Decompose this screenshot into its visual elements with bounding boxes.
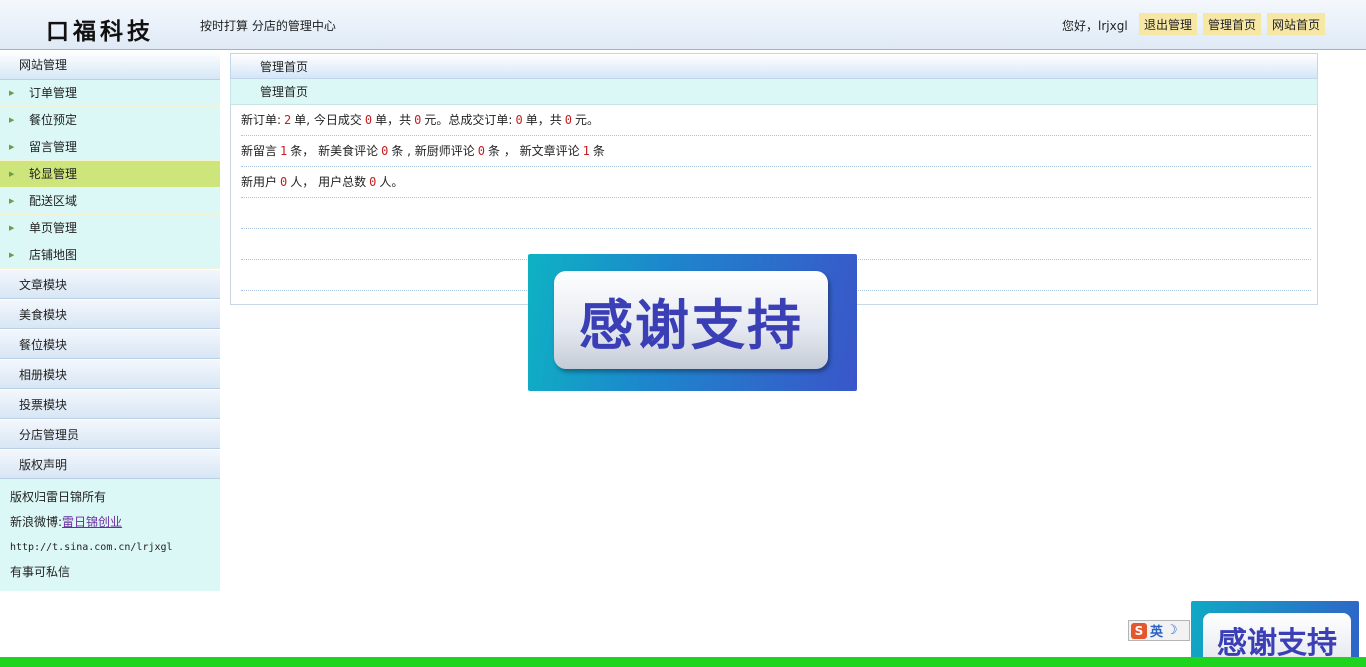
- user-stats-row: 新用户 0 人， 用户总数 0 人。: [241, 167, 1311, 198]
- stat-label: 条 , 新厨师评论: [391, 144, 475, 158]
- total-users-count: 0: [369, 175, 377, 189]
- sidebar-item-delivery-area[interactable]: ▶ 配送区域: [0, 188, 220, 215]
- new-chef-comments-count: 0: [477, 144, 485, 158]
- triangle-right-icon: ▶: [9, 197, 15, 205]
- sidebar-item-label: 留言管理: [29, 140, 78, 154]
- weibo-line: 新浪微博:雷日锦创业: [10, 510, 220, 535]
- stat-label: 新订单:: [241, 113, 282, 127]
- stat-label: 人。: [379, 175, 404, 189]
- today-deals-amount: 0: [414, 113, 422, 127]
- ime-language-indicator[interactable]: 英: [1150, 621, 1163, 640]
- header-subtitle: 按时打算 分店的管理中心: [200, 19, 336, 33]
- triangle-right-icon: ▶: [9, 116, 15, 124]
- moon-icon[interactable]: ☽: [1166, 623, 1178, 638]
- sidebar-item-label: 订单管理: [29, 86, 78, 100]
- contact-text: 有事可私信: [10, 565, 71, 579]
- sidebar-item-label: 配送区域: [29, 194, 78, 208]
- new-users-count: 0: [280, 175, 288, 189]
- copyright-text: 版权归雷日锦所有: [10, 490, 107, 504]
- thanks-banner-text: 感谢支持: [579, 293, 803, 357]
- weibo-label: 新浪微博:: [10, 515, 63, 529]
- sidebar-item-label: 轮显管理: [29, 167, 78, 181]
- stat-label: 元。: [574, 113, 599, 127]
- sidebar: 网站管理 ▶ 订单管理 ▶ 餐位预定 ▶ 留言管理 ▶ 轮显管理 ▶ 配送区域 ▶ 单页管理…: [0, 51, 220, 591]
- sidebar-module-album[interactable]: 相册模块: [0, 359, 220, 389]
- breadcrumb: 管理首页: [230, 53, 1318, 79]
- stat-label: 单，共: [375, 113, 412, 127]
- stat-label: 条， 新美食评论: [290, 144, 379, 158]
- thanks-banner-plate: 感谢支持: [554, 271, 828, 369]
- sidebar-module-articles[interactable]: 文章模块: [0, 269, 220, 299]
- sidebar-head-site-management[interactable]: 网站管理: [0, 51, 220, 80]
- weibo-link[interactable]: 雷日锦创业: [62, 515, 122, 529]
- triangle-right-icon: ▶: [9, 89, 15, 97]
- sidebar-item-store-map[interactable]: ▶ 店铺地图: [0, 242, 220, 269]
- sidebar-item-slideshow[interactable]: ▶ 轮显管理: [0, 161, 220, 188]
- new-food-comments-count: 0: [381, 144, 389, 158]
- ime-toolbar[interactable]: S 英 ☽: [1128, 620, 1190, 641]
- new-orders-count: 2: [284, 113, 292, 127]
- weibo-url: http://t.sina.com.cn/lrjxgl: [10, 542, 173, 553]
- site-home-link[interactable]: 网站首页: [1267, 13, 1326, 35]
- new-article-comments-count: 1: [582, 144, 590, 158]
- sidebar-item-label: 店铺地图: [29, 248, 78, 262]
- triangle-right-icon: ▶: [9, 170, 15, 178]
- triangle-right-icon: ▶: [9, 224, 15, 232]
- comment-stats-row: 新留言 1 条， 新美食评论 0 条 , 新厨师评论 0 条 ， 新文章评论 1 条: [241, 136, 1311, 167]
- page-title: 管理首页: [230, 79, 1318, 105]
- sidebar-module-vote[interactable]: 投票模块: [0, 389, 220, 419]
- triangle-right-icon: ▶: [9, 251, 15, 259]
- sidebar-item-messages[interactable]: ▶ 留言管理: [0, 134, 220, 161]
- user-greeting: 您好，lrjxgl: [1062, 19, 1128, 33]
- sidebar-item-orders[interactable]: ▶ 订单管理: [0, 80, 220, 107]
- triangle-right-icon: ▶: [9, 143, 15, 151]
- new-messages-count: 1: [280, 144, 288, 158]
- total-deals-count: 0: [515, 113, 523, 127]
- empty-row: [241, 198, 1311, 229]
- sidebar-item-label: 餐位预定: [29, 113, 78, 127]
- top-header: 口福科技 按时打算 分店的管理中心 您好，lrjxgl 退出管理 管理首页 网站…: [0, 0, 1366, 50]
- stat-label: 新留言: [241, 144, 278, 158]
- order-stats-row: 新订单: 2 单, 今日成交 0 单，共 0 元。总成交订单: 0 单，共 0 元。: [241, 105, 1311, 136]
- site-logo: 口福科技: [46, 18, 154, 45]
- logout-link[interactable]: 退出管理: [1139, 13, 1198, 35]
- thanks-banner[interactable]: 感谢支持: [528, 254, 857, 391]
- sidebar-info: 版权归雷日锦所有 新浪微博:雷日锦创业 http://t.sina.com.cn…: [0, 479, 220, 585]
- sidebar-item-pages[interactable]: ▶ 单页管理: [0, 215, 220, 242]
- sidebar-module-seating[interactable]: 餐位模块: [0, 329, 220, 359]
- stat-label: 新用户: [241, 175, 278, 189]
- sidebar-item-reservations[interactable]: ▶ 餐位预定: [0, 107, 220, 134]
- sogou-logo-icon: S: [1131, 622, 1147, 639]
- stat-label: 条 ， 新文章评论: [488, 144, 580, 158]
- today-deals-count: 0: [364, 113, 373, 127]
- sidebar-module-copyright[interactable]: 版权声明: [0, 449, 220, 479]
- stat-label: 单，共: [525, 113, 562, 127]
- sidebar-module-food[interactable]: 美食模块: [0, 299, 220, 329]
- thanks-banner-small-text: 感谢支持: [1217, 626, 1337, 661]
- sidebar-module-branch-admin[interactable]: 分店管理员: [0, 419, 220, 449]
- stat-label: 条: [592, 144, 605, 158]
- sidebar-item-label: 单页管理: [29, 221, 78, 235]
- admin-home-link[interactable]: 管理首页: [1203, 13, 1262, 35]
- stat-label: 单, 今日成交: [294, 113, 362, 127]
- stat-label: 元。总成交订单:: [424, 113, 513, 127]
- bottom-green-bar: [0, 657, 1366, 667]
- stat-label: 人， 用户总数: [290, 175, 367, 189]
- total-deals-amount: 0: [564, 113, 572, 127]
